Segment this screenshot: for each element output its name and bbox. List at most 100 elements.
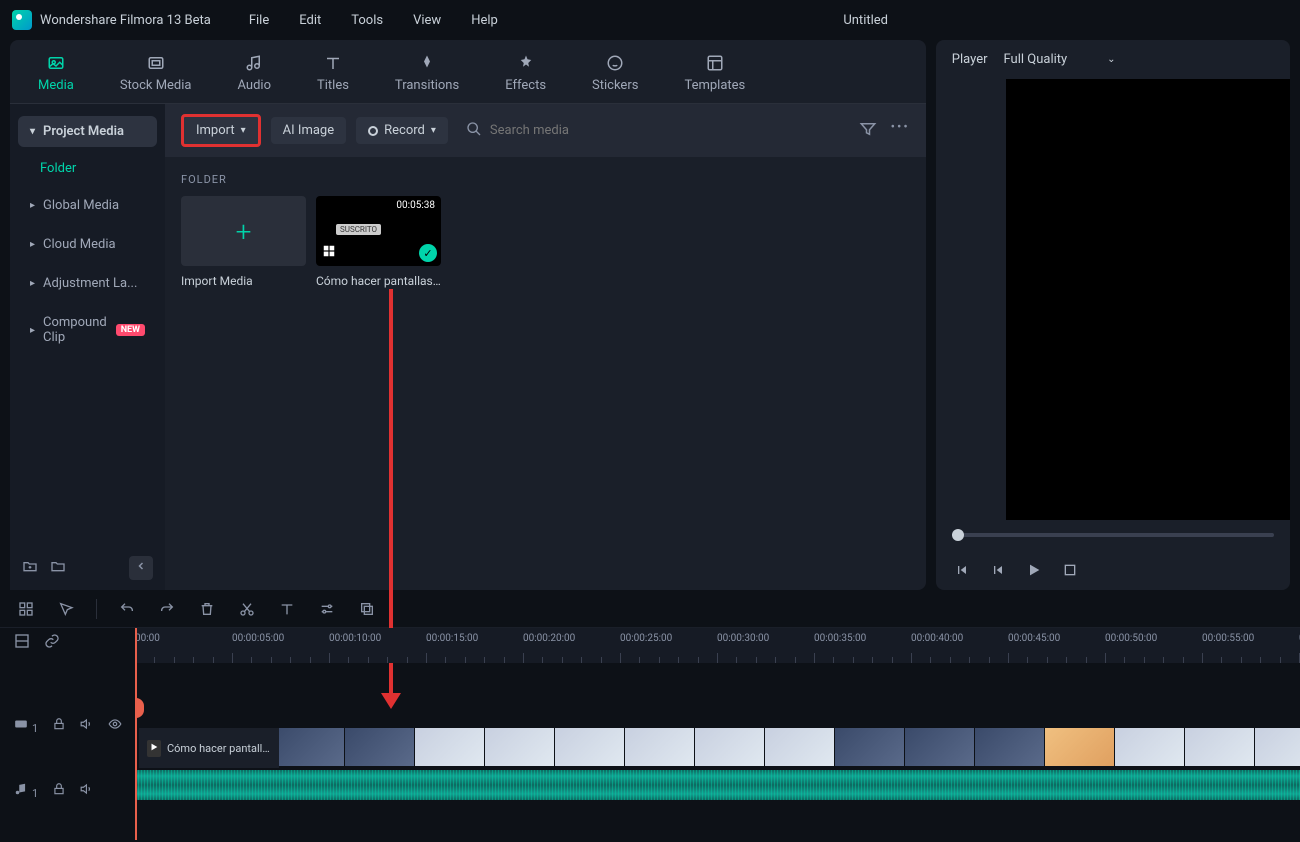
sidebar-project-media[interactable]: ▾ Project Media: [18, 116, 157, 147]
import-button[interactable]: Import ▾: [181, 114, 261, 147]
media-clip-1[interactable]: 00:05:38 SUSCRITO ✓ Cómo hacer pantallas…: [316, 196, 441, 288]
search-input[interactable]: [490, 123, 841, 138]
stop-button[interactable]: [1060, 560, 1080, 580]
menu-tools[interactable]: Tools: [351, 13, 383, 28]
play-icon: [147, 740, 161, 757]
crop-tool[interactable]: [357, 599, 377, 619]
tab-templates[interactable]: Templates: [676, 48, 753, 103]
redo-button[interactable]: [157, 599, 177, 619]
audio-track[interactable]: [135, 770, 1300, 800]
ai-image-button[interactable]: AI Image: [271, 117, 346, 144]
sidebar-project-label: Project Media: [43, 124, 124, 139]
lock-icon[interactable]: [52, 717, 66, 735]
menu-edit[interactable]: Edit: [299, 13, 321, 28]
effects-icon: [515, 52, 537, 74]
sidebar-compound-label: Compound Clip: [43, 315, 108, 345]
timeline-tracks[interactable]: 00:0000:00:05:0000:00:10:0000:00:15:0000…: [135, 628, 1300, 840]
scrubber-thumb[interactable]: [952, 529, 964, 541]
chevron-down-icon: ⌄: [1107, 54, 1115, 65]
media-body: FOLDER + Import Media 00:05:38 SUSCRITO …: [165, 157, 926, 304]
stock-media-icon: [145, 52, 167, 74]
media-icon: [45, 52, 67, 74]
sidebar-folder[interactable]: Folder: [10, 151, 165, 186]
tab-audio-label: Audio: [238, 78, 271, 93]
cut-button[interactable]: [237, 599, 257, 619]
search-box: [458, 121, 849, 141]
audio-track-icon: [14, 782, 28, 800]
collapse-sidebar-button[interactable]: [129, 556, 153, 580]
tab-media[interactable]: Media: [30, 48, 82, 103]
video-preview[interactable]: [1006, 79, 1290, 520]
video-track-icon: [14, 717, 28, 735]
sidebar-global-label: Global Media: [43, 198, 119, 213]
check-icon: ✓: [419, 244, 437, 262]
lock-icon[interactable]: [52, 782, 66, 800]
player-header: Player Full Quality ⌄: [936, 40, 1290, 79]
tab-transitions-label: Transitions: [395, 78, 459, 93]
tab-titles-label: Titles: [317, 78, 349, 93]
text-tool[interactable]: [277, 599, 297, 619]
mute-icon[interactable]: [80, 717, 94, 735]
record-label: Record: [384, 123, 425, 138]
cursor-tool[interactable]: [56, 599, 76, 619]
folder-section-label: FOLDER: [181, 173, 910, 186]
audio-icon: [243, 52, 265, 74]
tab-media-label: Media: [38, 78, 74, 93]
tab-stickers[interactable]: Stickers: [584, 48, 646, 103]
search-icon: [466, 121, 482, 141]
titles-icon: [322, 52, 344, 74]
menu-help[interactable]: Help: [471, 13, 498, 28]
player-controls: [936, 550, 1290, 590]
tab-audio[interactable]: Audio: [230, 48, 279, 103]
more-icon[interactable]: •••: [891, 120, 910, 142]
delete-button[interactable]: [197, 599, 217, 619]
link-icon[interactable]: [44, 633, 60, 653]
chevron-right-icon: ▸: [30, 278, 35, 289]
audio-track-num: 1: [32, 787, 38, 800]
menu-view[interactable]: View: [413, 13, 441, 28]
player-panel: Player Full Quality ⌄: [936, 40, 1290, 590]
timeline-layout-icon[interactable]: [14, 633, 30, 653]
tab-stock-label: Stock Media: [120, 78, 192, 93]
play-button[interactable]: [1024, 560, 1044, 580]
import-media-tile[interactable]: + Import Media: [181, 196, 306, 288]
record-button[interactable]: Record ▾: [356, 117, 448, 144]
player-scrubber[interactable]: [936, 520, 1290, 550]
media-sidebar: ▾ Project Media Folder ▸ Global Media ▸ …: [10, 104, 165, 590]
tab-titles[interactable]: Titles: [309, 48, 357, 103]
tab-transitions[interactable]: Transitions: [387, 48, 467, 103]
video-track-num: 1: [32, 722, 38, 735]
clip-name: Cómo hacer pantallas ...: [316, 274, 441, 288]
sidebar-cloud-label: Cloud Media: [43, 237, 116, 252]
sidebar-adjustment[interactable]: ▸ Adjustment La...: [18, 266, 157, 301]
quality-select[interactable]: Full Quality ⌄: [1004, 52, 1116, 67]
sidebar-global-media[interactable]: ▸ Global Media: [18, 188, 157, 223]
grid-tool[interactable]: [16, 599, 36, 619]
folder-icon[interactable]: [50, 558, 66, 578]
menu-file[interactable]: File: [249, 13, 269, 28]
stickers-icon: [604, 52, 626, 74]
main-tabs: Media Stock Media Audio Titles Transitio…: [10, 40, 926, 104]
tab-effects[interactable]: Effects: [497, 48, 554, 103]
clip-title: Cómo hacer pantallas final...: [167, 742, 271, 755]
chevron-right-icon: ▸: [30, 200, 35, 211]
prev-frame-button[interactable]: [952, 560, 972, 580]
video-track[interactable]: Cómo hacer pantallas final...: [135, 728, 1300, 768]
visibility-icon[interactable]: [108, 717, 122, 735]
tab-stock-media[interactable]: Stock Media: [112, 48, 200, 103]
sidebar-compound[interactable]: ▸ Compound Clip NEW: [18, 305, 157, 355]
sidebar-cloud-media[interactable]: ▸ Cloud Media: [18, 227, 157, 262]
adjust-tool[interactable]: [317, 599, 337, 619]
new-folder-icon[interactable]: [22, 558, 38, 578]
clip-label[interactable]: Cómo hacer pantallas final...: [139, 728, 279, 768]
media-grid: + Import Media 00:05:38 SUSCRITO ✓ Cómo …: [181, 196, 910, 288]
playhead[interactable]: [135, 628, 137, 840]
step-back-button[interactable]: [988, 560, 1008, 580]
clip-thumbnails: [275, 728, 1300, 768]
filter-icon[interactable]: [859, 120, 877, 142]
timeline-ruler[interactable]: 00:0000:00:05:0000:00:10:0000:00:15:0000…: [135, 628, 1300, 663]
mute-icon[interactable]: [80, 782, 94, 800]
undo-button[interactable]: [117, 599, 137, 619]
tab-stickers-label: Stickers: [592, 78, 638, 93]
chevron-right-icon: ▸: [30, 239, 35, 250]
